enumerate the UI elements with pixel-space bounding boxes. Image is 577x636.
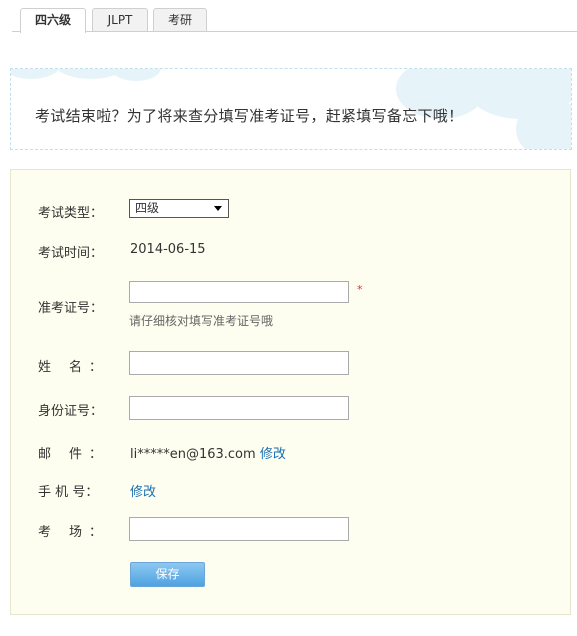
save-button[interactable]: 保存	[130, 562, 205, 587]
id-number-label: 身份证号：	[38, 404, 104, 419]
banner-message: 考试结束啦？为了将来查分填写准考证号，赶紧填写备忘下哦！	[35, 107, 464, 125]
venue-input[interactable]	[129, 517, 349, 541]
cloud-decoration	[11, 69, 61, 79]
edit-email-link[interactable]: 修改	[260, 447, 286, 462]
venue-label-char-1: 考	[38, 525, 58, 540]
phone-label-char-3: 号：	[72, 485, 99, 500]
email-value: li*****en@163.com	[130, 447, 256, 462]
phone-label-char-2: 机	[55, 485, 69, 500]
phone-label: 手 机 号：	[38, 481, 98, 500]
score-memo-form: 考试类型： 四级 考试时间： 2014-06-15 准考证号： * 请仔细核对填…	[10, 169, 571, 615]
exam-type-label: 考试类型：	[38, 206, 104, 221]
email-label-char-2: 件：	[69, 447, 102, 462]
tab-divider	[12, 31, 577, 32]
phone-row: 修改	[130, 481, 156, 500]
email-row: li*****en@163.com 修改	[130, 443, 286, 462]
name-input[interactable]	[129, 351, 349, 375]
cloud-decoration	[111, 69, 161, 81]
notice-banner: 考试结束啦？为了将来查分填写准考证号，赶紧填写备忘下哦！	[10, 68, 572, 150]
exam-type-selected-value: 四级	[135, 201, 160, 215]
tab-bar: 四六级 JLPT 考研	[0, 0, 577, 34]
edit-phone-link[interactable]: 修改	[130, 485, 156, 500]
name-label-char-2: 名：	[69, 360, 102, 375]
ticket-number-input[interactable]	[129, 281, 349, 303]
name-label: 姓 名：	[38, 356, 102, 375]
venue-label-char-2: 场：	[69, 525, 102, 540]
id-number-input[interactable]	[129, 396, 349, 420]
exam-type-select[interactable]: 四级	[129, 199, 229, 218]
email-label-char-1: 邮	[38, 447, 58, 462]
dropdown-arrow-icon	[214, 206, 222, 211]
venue-label: 考 场：	[38, 521, 102, 540]
name-label-char-1: 姓	[38, 360, 58, 375]
phone-label-char-1: 手	[38, 485, 52, 500]
tab-jlpt[interactable]: JLPT	[92, 8, 148, 31]
ticket-number-label: 准考证号：	[38, 301, 104, 316]
tab-cet[interactable]: 四六级	[20, 8, 86, 34]
email-label: 邮 件：	[38, 443, 102, 462]
tab-kaoyan[interactable]: 考研	[153, 8, 207, 31]
ticket-number-hint: 请仔细核对填写准考证号哦	[129, 314, 274, 328]
exam-time-label: 考试时间：	[38, 246, 104, 261]
required-marker: *	[357, 283, 363, 296]
exam-time-value: 2014-06-15	[130, 242, 206, 257]
